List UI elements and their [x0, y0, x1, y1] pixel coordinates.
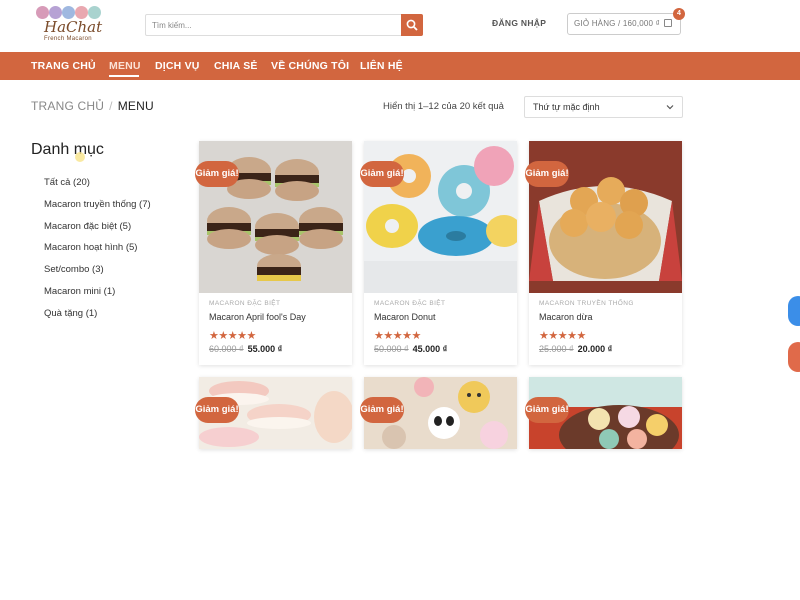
search-box — [145, 14, 423, 36]
breadcrumb: TRANG CHỦ / MENU — [31, 99, 154, 113]
sort-select[interactable]: Thứ tự mặc định — [524, 96, 683, 118]
sort-selected-value: Thứ tự mặc định — [533, 102, 600, 112]
category-list: Tất cả (20) Macaron truyền thống (7) Mac… — [44, 177, 151, 330]
nav-item-share[interactable]: CHIA SẺ — [214, 60, 258, 72]
nav-item-about[interactable]: VỀ CHÚNG TÔI — [271, 60, 349, 72]
product-category[interactable]: MACARON ĐẶC BIỆT — [374, 300, 445, 307]
nav-item-menu[interactable]: MENU — [109, 60, 141, 72]
product-name[interactable]: Macaron April fool's Day — [209, 312, 306, 322]
sale-badge: Giảm giá! — [360, 161, 404, 187]
cart-icon — [664, 19, 673, 27]
product-card[interactable]: Giảm giá! — [360, 377, 517, 449]
product-name[interactable]: Macaron Donut — [374, 312, 436, 322]
product-price: 60.000 ₫ 55.000 ₫ — [209, 344, 282, 354]
search-icon — [406, 19, 418, 31]
rating-stars: ★★★★★ — [209, 330, 256, 342]
cart-count-badge: 4 — [673, 8, 685, 20]
old-price: 50.000 ₫ — [374, 344, 409, 354]
sale-price: 45.000 ₫ — [412, 344, 448, 354]
product-price: 50.000 ₫ 45.000 ₫ — [374, 344, 447, 354]
result-count: Hiển thị 1–12 của 20 kết quả — [383, 101, 504, 112]
nav-active-indicator — [109, 75, 139, 77]
chat-float-button[interactable] — [788, 296, 800, 326]
breadcrumb-separator: / — [109, 99, 113, 113]
nav-item-services[interactable]: DỊCH VỤ — [155, 60, 200, 72]
product-price: 25.000 ₫ 20.000 ₫ — [539, 344, 612, 354]
product-name[interactable]: Macaron dừa — [539, 312, 593, 322]
sidebar-title: Danh mục — [31, 141, 104, 158]
cursor-highlight — [75, 152, 85, 162]
sale-price: 20.000 ₫ — [577, 344, 613, 354]
category-item[interactable]: Macaron hoạt hình (5) — [44, 242, 151, 264]
site-header: HaChat French Macaron ĐĂNG NHẬP GIỎ HÀNG… — [0, 0, 800, 52]
product-card[interactable]: Giảm giá! MACARON ĐẶC BIỆT Macaron April… — [195, 141, 352, 365]
rating-stars: ★★★★★ — [374, 330, 421, 342]
sale-badge: Giảm giá! — [195, 397, 239, 423]
main-nav: TRANG CHỦ MENU DỊCH VỤ CHIA SẺ VỀ CHÚNG … — [0, 52, 800, 80]
cart-label: GIỎ HÀNG / 160,000 ₫ — [574, 19, 660, 28]
breadcrumb-current: MENU — [117, 99, 154, 113]
nav-item-contact[interactable]: LIÊN HỆ — [360, 60, 403, 72]
old-price: 25.000 ₫ — [539, 344, 574, 354]
rating-stars: ★★★★★ — [539, 330, 586, 342]
search-button[interactable] — [401, 14, 423, 36]
category-item[interactable]: Macaron mini (1) — [44, 286, 151, 308]
category-item[interactable]: Macaron truyền thống (7) — [44, 199, 151, 221]
sale-price: 55.000 ₫ — [247, 344, 283, 354]
product-card[interactable]: Giảm giá! — [195, 377, 352, 449]
search-input[interactable] — [146, 15, 396, 36]
sale-badge: Giảm giá! — [525, 161, 569, 187]
category-item[interactable]: Tất cả (20) — [44, 177, 151, 199]
phone-float-button[interactable] — [788, 342, 800, 372]
nav-item-home[interactable]: TRANG CHỦ — [31, 60, 96, 72]
logo-tagline: French Macaron — [44, 36, 92, 42]
login-link[interactable]: ĐĂNG NHẬP — [492, 18, 546, 28]
cart-button[interactable]: GIỎ HÀNG / 160,000 ₫ 4 — [567, 8, 685, 35]
product-category[interactable]: MACARON ĐẶC BIỆT — [209, 300, 280, 307]
product-card[interactable]: Giảm giá! MACARON TRUYỀN THỐNG Macaron d… — [525, 141, 682, 365]
logo-brand: HaChat — [44, 18, 103, 36]
product-category[interactable]: MACARON TRUYỀN THỐNG — [539, 300, 634, 307]
category-item[interactable]: Macaron đặc biệt (5) — [44, 221, 151, 243]
old-price: 60.000 ₫ — [209, 344, 244, 354]
sale-badge: Giảm giá! — [525, 397, 569, 423]
breadcrumb-home[interactable]: TRANG CHỦ — [31, 99, 104, 113]
sale-badge: Giảm giá! — [360, 397, 404, 423]
category-item[interactable]: Quà tặng (1) — [44, 308, 151, 330]
sale-badge: Giảm giá! — [195, 161, 239, 187]
product-card[interactable]: Giảm giá! MACARON ĐẶC BIỆT Macaron Donut… — [360, 141, 517, 365]
site-logo[interactable]: HaChat French Macaron — [30, 4, 106, 48]
product-card[interactable]: Giảm giá! — [525, 377, 682, 449]
chevron-down-icon — [666, 105, 674, 110]
category-item[interactable]: Set/combo (3) — [44, 264, 151, 286]
